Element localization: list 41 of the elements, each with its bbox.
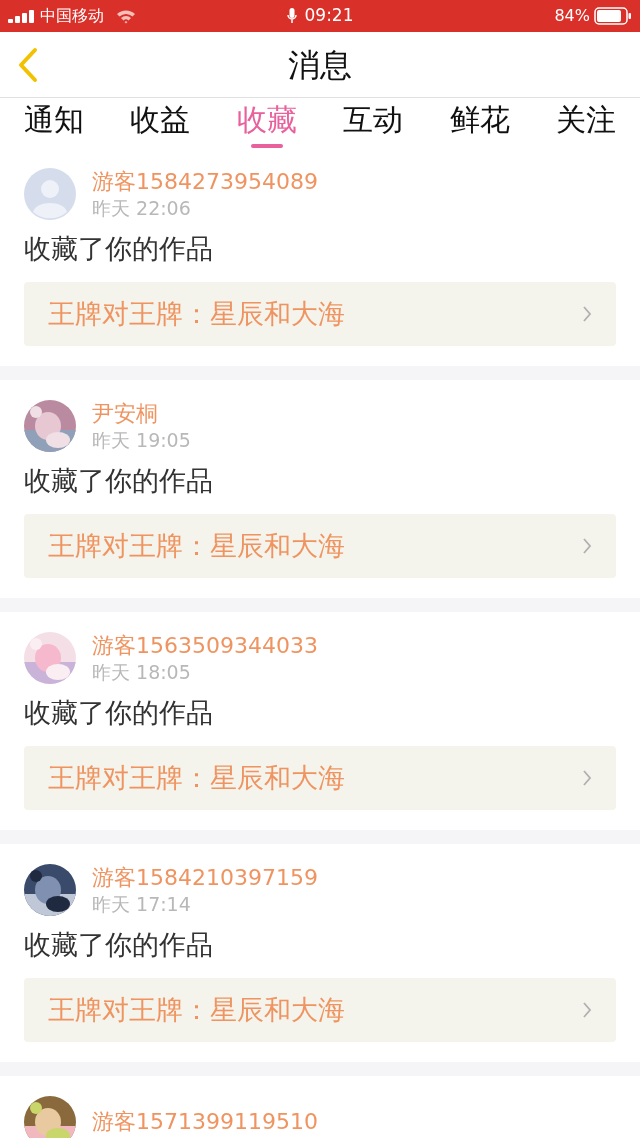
default-avatar-icon <box>24 168 76 220</box>
wifi-icon <box>116 8 136 24</box>
message-time: 昨天 18:05 <box>92 660 192 684</box>
signal-icon <box>8 9 36 23</box>
message-time: 昨天 17:14 <box>92 892 192 916</box>
tab[interactable]: 收藏 <box>236 98 297 148</box>
user-name[interactable]: 游客1584210397159 <box>92 864 318 892</box>
battery-percent: 84% <box>554 5 590 27</box>
work-title[interactable]: 王牌对王牌：星辰和大海 <box>48 757 345 799</box>
user-name[interactable]: 尹安桐 <box>92 400 191 428</box>
message-text: 收藏了你的作品 <box>24 696 214 730</box>
work-link[interactable]: 王牌对王牌：星辰和大海 <box>24 746 616 810</box>
message-text: 收藏了你的作品 <box>24 232 214 266</box>
back-chevron-icon <box>17 46 39 83</box>
tab[interactable]: 通知 <box>24 98 84 148</box>
message-time: 昨天 19:05 <box>92 428 191 452</box>
tab[interactable]: 关注 <box>555 98 616 148</box>
work-link[interactable]: 王牌对王牌：星辰和大海 <box>24 514 616 578</box>
work-title[interactable]: 王牌对王牌：星辰和大海 <box>48 989 345 1031</box>
work-title[interactable]: 王牌对王牌：星辰和大海 <box>48 525 345 567</box>
battery-icon <box>594 7 632 25</box>
tab[interactable]: 鲜花 <box>449 98 510 148</box>
carrier-name: 中国移动 <box>40 5 104 27</box>
user-name[interactable]: 游客1584273954089 <box>92 168 318 196</box>
work-link[interactable]: 王牌对王牌：星辰和大海 <box>24 282 616 346</box>
chevron-right-icon <box>582 537 592 555</box>
user-name[interactable]: 游客1563509344033 <box>92 632 318 660</box>
microphone-icon <box>286 8 297 24</box>
work-title[interactable]: 王牌对王牌：星辰和大海 <box>48 293 345 335</box>
message-text: 收藏了你的作品 <box>24 928 214 962</box>
chevron-right-icon <box>582 769 592 787</box>
page-title: 消息 <box>288 44 352 86</box>
user-name[interactable]: 游客1571399119510 <box>92 1108 318 1136</box>
chevron-right-icon <box>582 305 592 323</box>
message-time: 昨天 22:06 <box>92 196 192 220</box>
chevron-right-icon <box>582 1001 592 1019</box>
tab[interactable]: 收益 <box>130 98 191 148</box>
tab[interactable]: 互动 <box>343 98 404 148</box>
clock: 09:21 <box>304 4 354 28</box>
work-link[interactable]: 王牌对王牌：星辰和大海 <box>24 978 616 1042</box>
message-text: 收藏了你的作品 <box>24 464 214 498</box>
